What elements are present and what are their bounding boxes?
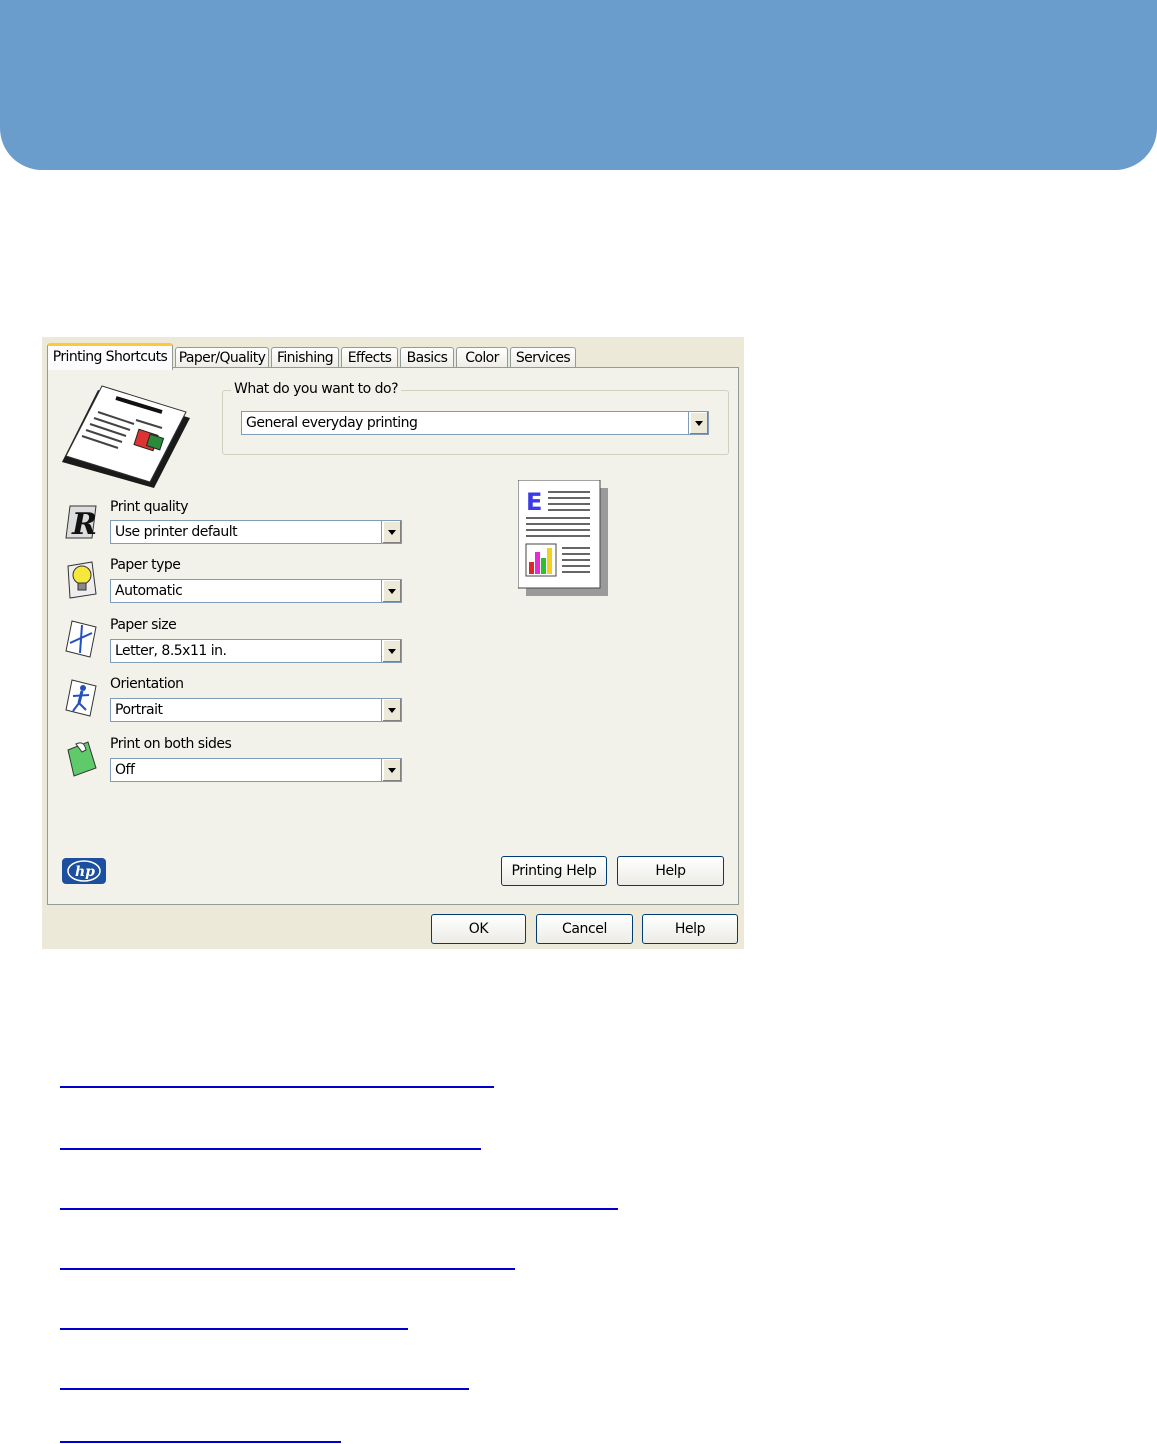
document-illustration (62, 385, 190, 488)
task-select-value: General everyday printing (246, 415, 418, 431)
tab-color[interactable]: Color (456, 347, 508, 369)
orientation-label: Orientation (110, 676, 184, 692)
svg-text:E: E (526, 488, 542, 516)
chevron-down-icon[interactable] (381, 520, 402, 544)
orientation-icon (65, 679, 97, 717)
paper-type-select[interactable]: Automatic (110, 579, 402, 603)
paper-size-value: Letter, 8.5x11 in. (115, 643, 227, 659)
paper-type-label: Paper type (110, 557, 181, 573)
chevron-down-icon[interactable] (381, 698, 402, 722)
task-select[interactable]: General everyday printing (241, 411, 709, 435)
related-link[interactable] (60, 1208, 618, 1210)
tab-printing-shortcuts[interactable]: Printing Shortcuts (47, 343, 173, 370)
header-banner (0, 0, 1157, 170)
chevron-down-icon[interactable] (688, 411, 709, 435)
orientation-value: Portrait (115, 702, 163, 718)
both-sides-value: Off (115, 762, 135, 778)
related-link[interactable] (60, 1388, 469, 1390)
both-sides-label: Print on both sides (110, 736, 232, 752)
print-quality-select[interactable]: Use printer default (110, 520, 402, 544)
cancel-button[interactable]: Cancel (536, 914, 633, 944)
chevron-down-icon[interactable] (381, 579, 402, 603)
svg-text:R: R (71, 507, 97, 542)
paper-type-value: Automatic (115, 583, 183, 599)
paper-size-select[interactable]: Letter, 8.5x11 in. (110, 639, 402, 663)
tab-effects[interactable]: Effects (341, 347, 398, 369)
lightbulb-icon (67, 561, 97, 599)
printing-help-button[interactable]: Printing Help (501, 856, 607, 886)
chevron-down-icon[interactable] (381, 639, 402, 663)
page-preview-image: E (518, 480, 608, 596)
duplex-icon (67, 741, 97, 777)
related-link[interactable] (60, 1268, 515, 1270)
print-quality-value: Use printer default (115, 524, 238, 540)
related-link[interactable] (60, 1148, 481, 1150)
print-quality-label: Print quality (110, 499, 189, 515)
tab-basics[interactable]: Basics (400, 347, 454, 369)
related-link[interactable] (60, 1086, 494, 1088)
tab-finishing[interactable]: Finishing (271, 347, 339, 369)
tab-paper-quality[interactable]: Paper/Quality (175, 347, 269, 369)
task-groupbox: What do you want to do? General everyday… (222, 381, 729, 455)
tab-services[interactable]: Services (510, 347, 576, 369)
both-sides-select[interactable]: Off (110, 758, 402, 782)
chevron-down-icon[interactable] (381, 758, 402, 782)
ok-button[interactable]: OK (431, 914, 526, 944)
task-groupbox-label: What do you want to do? (231, 381, 402, 397)
related-link[interactable] (60, 1328, 408, 1330)
paper-size-icon (65, 620, 97, 658)
tab-panel: What do you want to do? General everyday… (47, 367, 739, 905)
hp-logo-text: hp (75, 864, 95, 880)
panel-help-button[interactable]: Help (617, 856, 724, 886)
paper-size-label: Paper size (110, 617, 177, 633)
print-quality-icon: R (65, 505, 97, 542)
hp-logo: hp (62, 858, 106, 884)
printer-properties-dialog: Printing Shortcuts Paper/Quality Finishi… (42, 337, 744, 949)
related-link[interactable] (60, 1441, 341, 1443)
help-button[interactable]: Help (642, 914, 738, 944)
orientation-select[interactable]: Portrait (110, 698, 402, 722)
